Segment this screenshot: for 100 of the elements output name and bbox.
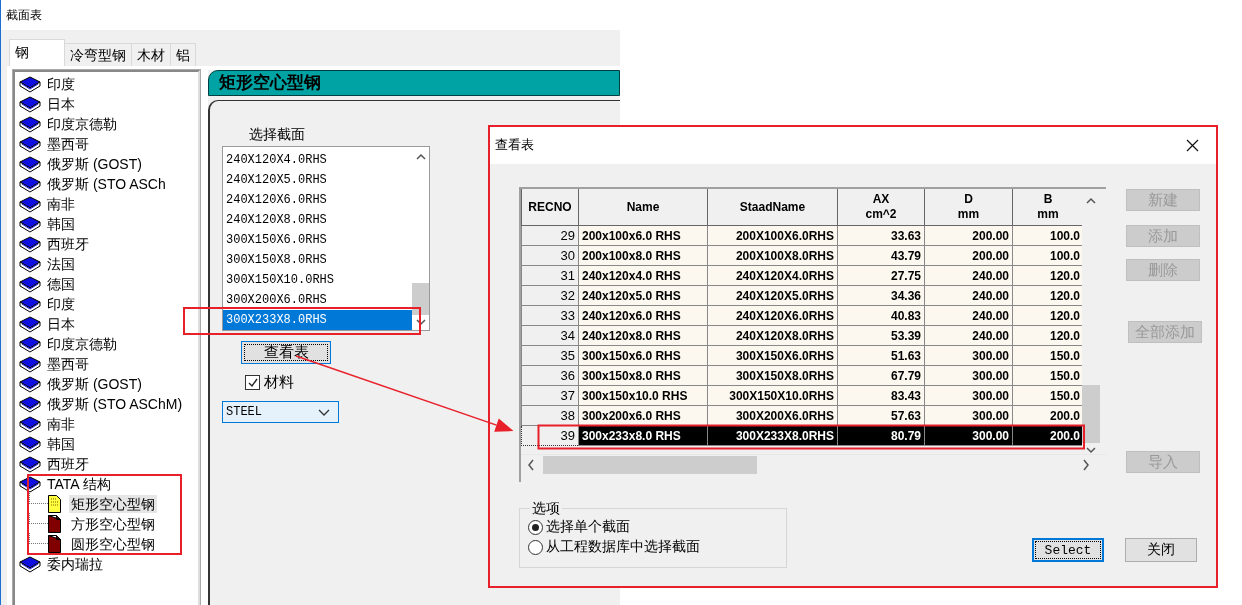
- list-item[interactable]: 240X120X6.0RHS: [223, 190, 412, 210]
- table-cell: 300x233x8.0 RHS: [578, 425, 708, 446]
- tree-item[interactable]: 印度京德勒: [45, 335, 119, 353]
- radio-label: 从工程数据库中选择截面: [546, 538, 700, 556]
- tree-item[interactable]: 墨西哥: [45, 135, 91, 153]
- book-icon: [19, 255, 41, 273]
- book-icon: [19, 435, 41, 453]
- list-item[interactable]: 240X120X4.0RHS: [223, 150, 412, 170]
- scrollbar-thumb[interactable]: [1082, 385, 1100, 443]
- dialog-button[interactable]: 关闭: [1125, 538, 1197, 562]
- checkbox-label: 材料: [264, 373, 294, 392]
- column-header[interactable]: StaadName: [707, 189, 838, 226]
- book-icon: [19, 155, 41, 173]
- row-number: 36: [521, 365, 579, 386]
- list-label: 选择截面: [249, 126, 305, 144]
- row-number: 30: [521, 245, 579, 266]
- radio-button[interactable]: [528, 539, 543, 555]
- radio-button[interactable]: [528, 519, 543, 535]
- row-number: 38: [521, 405, 579, 426]
- tree-item[interactable]: 俄罗斯 (GOST): [45, 155, 144, 173]
- book-icon: [19, 335, 41, 353]
- close-icon[interactable]: [1186, 138, 1199, 152]
- tree-item[interactable]: 圆形空心型钢: [69, 535, 157, 553]
- list-item[interactable]: 240X120X5.0RHS: [223, 170, 412, 190]
- book-icon: [19, 475, 41, 493]
- chevron-down-icon[interactable]: [415, 319, 426, 326]
- row-number: 29: [521, 225, 579, 246]
- column-header[interactable]: B mm: [1012, 189, 1082, 226]
- tree-item[interactable]: 印度: [45, 75, 77, 93]
- book-icon: [19, 295, 41, 313]
- scrollbar-thumb[interactable]: [543, 456, 757, 474]
- row-number: 33: [521, 305, 579, 326]
- window-title: 截面表: [6, 6, 42, 24]
- book-icon: [19, 375, 41, 393]
- column-header[interactable]: D mm: [924, 189, 1013, 226]
- tree-item[interactable]: 西班牙: [45, 455, 91, 473]
- list-item[interactable]: 300X200X6.0RHS: [223, 290, 412, 310]
- row-number: 32: [521, 285, 579, 306]
- tree-item[interactable]: 韩国: [45, 215, 77, 233]
- row-number: 35: [521, 345, 579, 366]
- tab[interactable]: 钢: [9, 39, 65, 66]
- tree-item[interactable]: 南非: [45, 415, 77, 433]
- panel-header: 矩形空心型钢: [208, 70, 620, 96]
- tree-item[interactable]: 俄罗斯 (STO ASCh: [45, 175, 168, 193]
- row-number: 34: [521, 325, 579, 346]
- list-item[interactable]: 240X120X8.0RHS: [223, 210, 412, 230]
- column-header[interactable]: AX cm^2: [837, 189, 925, 226]
- radio-label: 选择单个截面: [546, 518, 630, 536]
- tree-item[interactable]: 墨西哥: [45, 355, 91, 373]
- tree-item[interactable]: 印度: [45, 295, 77, 313]
- tree-item[interactable]: 日本: [45, 315, 77, 333]
- tree-item[interactable]: 俄罗斯 (STO ASChM): [45, 395, 185, 413]
- list-item[interactable]: 300X150X10.0RHS: [223, 270, 412, 290]
- view-table-button[interactable]: 查看表: [241, 341, 331, 364]
- chevron-up-icon[interactable]: [1086, 197, 1096, 204]
- book-icon: [19, 395, 41, 413]
- row-number: 31: [521, 265, 579, 286]
- book-icon: [19, 235, 41, 253]
- tree-item[interactable]: 法国: [45, 255, 77, 273]
- chevron-down-icon[interactable]: [1086, 447, 1096, 454]
- book-icon: [19, 75, 41, 93]
- section-list[interactable]: 240X120X4.0RHS 240X120X5.0RHS 240X120X6.0RHS 240X120X8.0RHS 300X150X6.0RHS 300X150X8.0RHS 300X150X10.0RHS 300X200X6.0RHS 300X233X8.0RHS: [222, 146, 430, 331]
- book-icon: [19, 195, 41, 213]
- group-title: 选项: [530, 500, 562, 518]
- scrollbar-thumb[interactable]: [412, 283, 429, 315]
- tree-item[interactable]: 南非: [45, 195, 77, 213]
- tree-item[interactable]: 德国: [45, 275, 77, 293]
- tree-item[interactable]: 日本: [45, 95, 77, 113]
- tree-item[interactable]: 委内瑞拉: [45, 555, 105, 573]
- column-header[interactable]: Name: [578, 189, 708, 226]
- book-icon: [19, 355, 41, 373]
- book-icon: [19, 275, 41, 293]
- tree-item[interactable]: 方形空心型钢: [69, 515, 157, 533]
- book-icon: [19, 135, 41, 153]
- dialog-button[interactable]: Select: [1032, 538, 1104, 562]
- horizontal-scrollbar[interactable]: [521, 454, 1106, 475]
- chevron-left-icon[interactable]: [527, 459, 535, 471]
- row-number: 37: [521, 385, 579, 406]
- book-icon: [19, 555, 41, 573]
- checkbox[interactable]: [245, 375, 260, 390]
- book-icon: [19, 115, 41, 133]
- tree-item[interactable]: 西班牙: [45, 235, 91, 253]
- tree-item[interactable]: 俄罗斯 (GOST): [45, 375, 144, 393]
- list-item[interactable]: 300X150X8.0RHS: [223, 250, 412, 270]
- tree-item[interactable]: 矩形空心型钢: [69, 495, 157, 513]
- book-icon: [19, 175, 41, 193]
- chevron-right-icon[interactable]: [1082, 459, 1090, 471]
- material-dropdown[interactable]: STEEL: [222, 401, 339, 423]
- book-icon: [19, 95, 41, 113]
- chevron-up-icon[interactable]: [415, 153, 426, 160]
- column-header[interactable]: RECNO: [521, 189, 579, 226]
- book-icon: [19, 315, 41, 333]
- tree-item[interactable]: 韩国: [45, 435, 77, 453]
- tree-item[interactable]: 印度京德勒: [45, 115, 119, 133]
- chevron-down-icon: [318, 408, 330, 416]
- tab[interactable]: 铝: [170, 43, 196, 66]
- list-item[interactable]: 300X233X8.0RHS: [223, 310, 412, 330]
- list-item[interactable]: 300X150X6.0RHS: [223, 230, 412, 250]
- book-icon: [19, 415, 41, 433]
- tree-item[interactable]: TATA 结构: [45, 475, 113, 493]
